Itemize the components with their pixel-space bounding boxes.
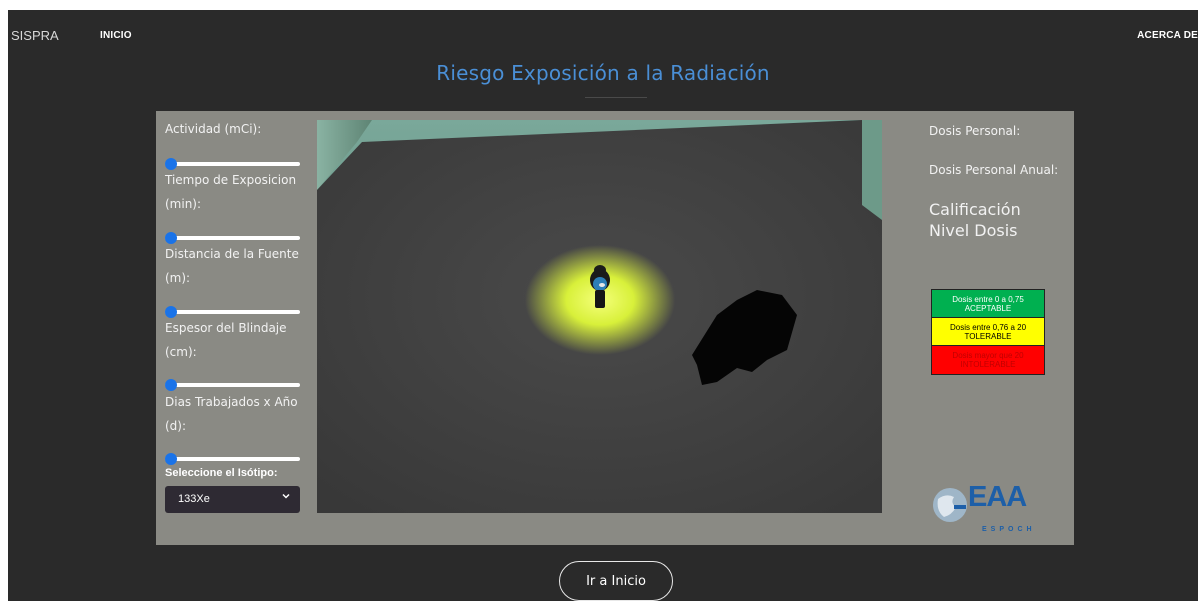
dosis-personal-label: Dosis Personal: — [929, 124, 1021, 138]
legend-range: Dosis entre 0,76 a 20 — [949, 322, 1027, 332]
slider-track — [165, 383, 300, 387]
legend-range: Dosis mayor que 20 — [952, 351, 1024, 360]
legend-level: ACEPTABLE — [964, 303, 1012, 313]
app-root: SISPRA INICIO ACERCA DE Riesgo Exposició… — [8, 10, 1198, 601]
3d-scene-viewport[interactable] — [317, 120, 882, 513]
chevron-down-icon — [282, 493, 290, 499]
legend-intolerable: Dosis mayor que 20 INTOLERABLE — [932, 346, 1044, 374]
scene-render — [317, 120, 882, 513]
espesor-label: Espesor del Blindaje (cm): — [165, 321, 287, 359]
dose-legend: Dosis entre 0 a 0,75 ACEPTABLE Dosis ent… — [931, 289, 1045, 375]
geaa-logo: EAA ESPOCH — [932, 481, 1047, 541]
slider-thumb[interactable] — [165, 453, 177, 465]
distancia-label: Distancia de la Fuente (m): — [165, 247, 299, 285]
dias-slider[interactable] — [165, 453, 300, 465]
globe-icon — [933, 488, 967, 522]
top-navbar: SISPRA INICIO ACERCA DE — [8, 10, 1198, 60]
actividad-label: Actividad (mCi): — [165, 122, 262, 136]
legend-level: INTOLERABLE — [960, 360, 1016, 369]
logo-subtitle: ESPOCH — [982, 526, 1036, 533]
title-divider — [585, 97, 647, 98]
tiempo-label: Tiempo de Exposicion (min): — [165, 173, 297, 211]
dosis-anual-label: Dosis Personal Anual: — [929, 163, 1059, 177]
nav-link-acerca-de[interactable]: ACERCA DE — [1137, 30, 1198, 41]
isotope-selected-value: 133Xe — [178, 493, 210, 505]
logo-text: EAA — [968, 481, 1027, 513]
legend-tolerable: Dosis entre 0,76 a 20 TOLERABLE — [932, 318, 1044, 346]
slider-track — [165, 457, 300, 461]
legend-aceptable: Dosis entre 0 a 0,75 ACEPTABLE — [932, 290, 1044, 318]
page-title: Riesgo Exposición a la Radiación — [436, 61, 770, 85]
legend-level: TOLERABLE — [964, 331, 1012, 341]
ir-a-inicio-button[interactable]: Ir a Inicio — [559, 561, 673, 601]
dias-label: Dias Trabajados x Año (d): — [165, 395, 298, 433]
slider-track — [165, 162, 300, 166]
simulator-panel: Actividad (mCi): Tiempo de Exposicion (m… — [156, 111, 1074, 545]
nivel-dosis-label: Nivel Dosis — [929, 221, 1018, 240]
nav-link-inicio[interactable]: INICIO — [100, 30, 132, 41]
brand-link[interactable]: SISPRA — [11, 28, 59, 43]
slider-track — [165, 310, 300, 314]
slider-track — [165, 236, 300, 240]
isotope-select[interactable]: 133Xe — [165, 486, 300, 513]
legend-range: Dosis entre 0 a 0,75 — [952, 294, 1024, 304]
isotope-label: Seleccione el Isótipo: — [165, 467, 278, 479]
calificacion-label: Calificación — [929, 200, 1021, 219]
